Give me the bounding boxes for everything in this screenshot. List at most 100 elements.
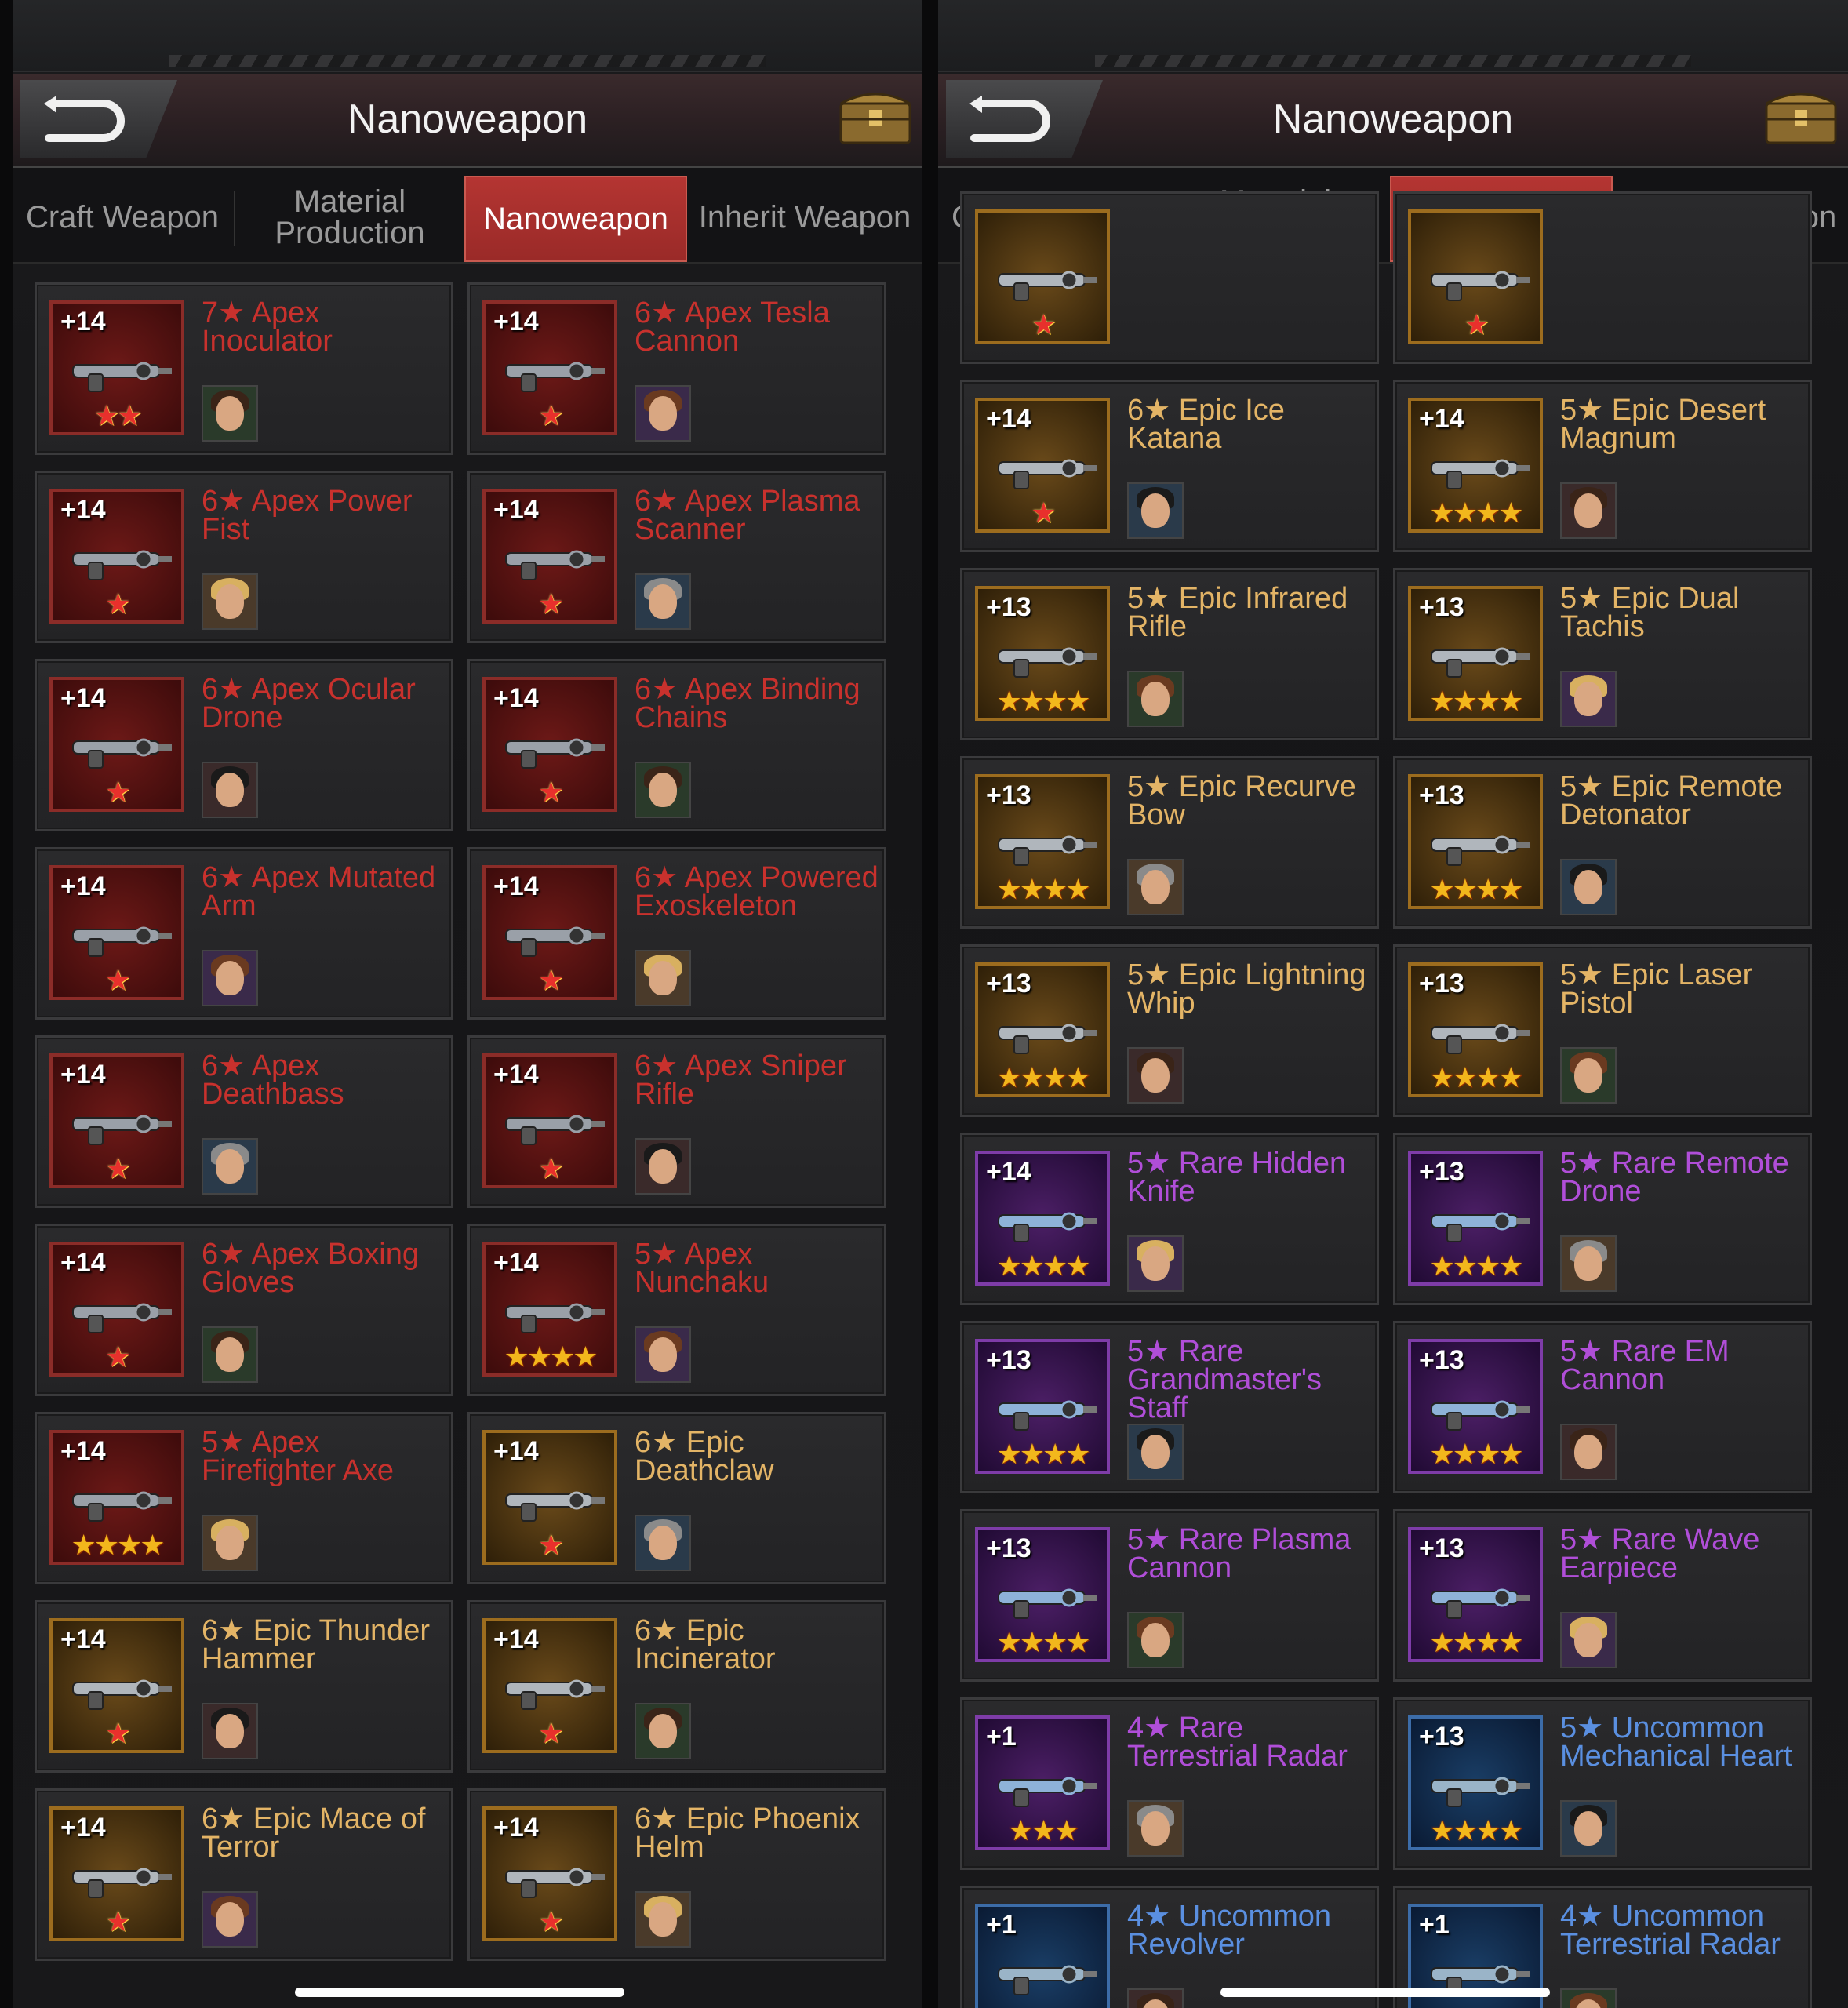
weapon-card[interactable]: +14 ★ 6★ Apex Deathbass <box>35 1035 453 1208</box>
weapon-card[interactable]: +14 ★ 6★ Epic Phoenix Helm <box>467 1788 886 1961</box>
hero-avatar[interactable] <box>1127 1612 1184 1668</box>
weapon-card[interactable]: +13 ★★★★ 5★ Epic Remote Detonator <box>1393 756 1812 929</box>
hero-avatar[interactable] <box>635 1138 691 1195</box>
weapon-frame[interactable]: +1 ★★★ <box>975 1715 1110 1850</box>
weapon-frame[interactable]: +13 ★★★★ <box>975 1527 1110 1662</box>
weapon-card[interactable]: +13 ★★★★ 5★ Rare Plasma Cannon <box>960 1509 1379 1682</box>
weapon-frame[interactable]: +14 ★ <box>49 677 184 812</box>
weapon-card[interactable]: +13 ★★★★ 5★ Rare Remote Drone <box>1393 1133 1812 1305</box>
weapon-frame[interactable]: +13 ★★★★ <box>1408 962 1543 1097</box>
weapon-frame[interactable]: +14 ★★ <box>49 300 184 435</box>
weapon-card[interactable]: +14 ★★★★ 5★ Rare Hidden Knife <box>960 1133 1379 1305</box>
weapon-frame[interactable]: +14 ★ <box>482 300 617 435</box>
hero-avatar[interactable] <box>1127 859 1184 915</box>
tab-inherit-weapon[interactable]: Inherit Weapon <box>695 176 915 259</box>
hero-avatar[interactable] <box>1560 1612 1617 1668</box>
hero-avatar[interactable] <box>1560 482 1617 539</box>
weapon-card[interactable]: +14 ★ 6★ Epic Thunder Hammer <box>35 1600 453 1773</box>
weapon-card[interactable]: +14 ★★ 7★ Apex Inoculator <box>35 282 453 455</box>
weapon-frame[interactable]: +14 ★★★★ <box>1408 398 1543 533</box>
weapon-card[interactable]: +13 ★★★★ 5★ Uncommon Mechanical Heart <box>1393 1697 1812 1870</box>
weapon-card[interactable]: +14 ★ 6★ Epic Ice Katana <box>960 380 1379 552</box>
weapon-card[interactable]: +14 ★ 6★ Epic Mace of Terror <box>35 1788 453 1961</box>
weapon-card[interactable]: +14 ★ 6★ Apex Binding Chains <box>467 659 886 831</box>
hero-avatar[interactable] <box>1127 1988 1184 2008</box>
hero-avatar[interactable] <box>635 1515 691 1571</box>
hero-avatar[interactable] <box>635 950 691 1006</box>
weapon-frame[interactable]: +14 ★ <box>482 1618 617 1753</box>
weapon-frame[interactable]: +14 ★ <box>49 1618 184 1753</box>
hero-avatar[interactable] <box>202 1515 258 1571</box>
weapon-frame[interactable]: +14 ★ <box>482 489 617 624</box>
hero-avatar[interactable] <box>1560 1424 1617 1480</box>
weapon-card[interactable]: +14 ★ 6★ Apex Ocular Drone <box>35 659 453 831</box>
hero-avatar[interactable] <box>1127 671 1184 727</box>
weapon-frame[interactable]: +14 ★ <box>49 1806 184 1941</box>
hero-avatar[interactable] <box>635 1703 691 1759</box>
weapon-frame[interactable]: +14 ★★★★ <box>975 1151 1110 1286</box>
hero-avatar[interactable] <box>1560 1235 1617 1292</box>
weapon-card[interactable]: +13 ★★★★ 5★ Epic Infrared Rifle <box>960 568 1379 740</box>
hero-avatar[interactable] <box>202 1138 258 1195</box>
weapon-card[interactable]: +14 ★ 6★ Apex Power Fist <box>35 471 453 643</box>
weapon-frame[interactable]: +14 ★ <box>49 1242 184 1377</box>
weapon-frame[interactable]: +14 ★ <box>975 398 1110 533</box>
weapon-frame[interactable]: +13 ★★★★ <box>975 586 1110 721</box>
weapon-frame[interactable]: +1 <box>975 1904 1110 2008</box>
weapon-card[interactable]: +14 ★ 6★ Apex Sniper Rifle <box>467 1035 886 1208</box>
hero-avatar[interactable] <box>635 1891 691 1948</box>
weapon-card[interactable]: +14 ★ 6★ Apex Tesla Cannon <box>467 282 886 455</box>
weapon-frame[interactable]: +14 ★ <box>482 1430 617 1565</box>
weapon-card[interactable]: +13 ★★★★ 5★ Rare EM Cannon <box>1393 1321 1812 1493</box>
hero-avatar[interactable] <box>202 1703 258 1759</box>
weapon-frame[interactable]: +13 ★★★★ <box>1408 1527 1543 1662</box>
hero-avatar[interactable] <box>202 1326 258 1383</box>
hero-avatar[interactable] <box>1560 859 1617 915</box>
weapon-card[interactable]: +14 ★ 6★ Apex Mutated Arm <box>35 847 453 1020</box>
weapon-frame[interactable]: +13 ★★★★ <box>1408 586 1543 721</box>
weapon-card[interactable]: +14 ★ 6★ Apex Boxing Gloves <box>35 1224 453 1396</box>
tab-nanoweapon[interactable]: Nanoweapon <box>464 176 687 262</box>
hero-avatar[interactable] <box>635 1326 691 1383</box>
hero-avatar[interactable] <box>202 573 258 630</box>
weapon-frame[interactable]: +14 ★ <box>482 1053 617 1188</box>
weapon-frame[interactable]: +13 ★★★★ <box>975 1339 1110 1474</box>
weapon-frame[interactable]: +14 ★ <box>482 677 617 812</box>
hero-avatar[interactable] <box>635 385 691 442</box>
weapon-card[interactable]: +13 ★★★★ 5★ Rare Wave Earpiece <box>1393 1509 1812 1682</box>
weapon-frame[interactable]: +14 ★ <box>482 865 617 1000</box>
hero-avatar[interactable] <box>1560 671 1617 727</box>
weapon-frame[interactable]: +14 ★ <box>49 865 184 1000</box>
hero-avatar[interactable] <box>1560 1800 1617 1857</box>
weapon-card[interactable]: +14 ★★★★ 5★ Epic Desert Magnum <box>1393 380 1812 552</box>
weapon-frame[interactable]: ★ <box>1408 209 1543 344</box>
weapon-frame[interactable]: +14 ★★★★ <box>482 1242 617 1377</box>
hero-avatar[interactable] <box>1560 1047 1617 1104</box>
hero-avatar[interactable] <box>1127 482 1184 539</box>
weapon-card[interactable]: ★ <box>1393 191 1812 364</box>
hero-avatar[interactable] <box>635 573 691 630</box>
chest-icon[interactable] <box>1762 85 1840 147</box>
hero-avatar[interactable] <box>635 762 691 818</box>
hero-avatar[interactable] <box>1127 1424 1184 1480</box>
weapon-card[interactable]: +14 ★★★★ 5★ Apex Firefighter Axe <box>35 1412 453 1584</box>
tab-craft-weapon[interactable]: Craft Weapon <box>13 176 232 259</box>
weapon-card[interactable]: +14 ★ 6★ Apex Plasma Scanner <box>467 471 886 643</box>
weapon-frame[interactable]: +14 ★ <box>49 1053 184 1188</box>
hero-avatar[interactable] <box>202 1891 258 1948</box>
weapon-frame[interactable]: +13 ★★★★ <box>1408 774 1543 909</box>
hero-avatar[interactable] <box>1127 1047 1184 1104</box>
weapon-card[interactable]: +14 ★ 6★ Epic Deathclaw <box>467 1412 886 1584</box>
weapon-card[interactable]: +1 ★★★ 4★ Rare Terrestrial Radar <box>960 1697 1379 1870</box>
weapon-frame[interactable]: +13 ★★★★ <box>975 774 1110 909</box>
weapon-card[interactable]: +13 ★★★★ 5★ Epic Recurve Bow <box>960 756 1379 929</box>
hero-avatar[interactable] <box>202 950 258 1006</box>
weapon-card[interactable]: ★ <box>960 191 1379 364</box>
weapon-frame[interactable]: +13 ★★★★ <box>975 962 1110 1097</box>
hero-avatar[interactable] <box>1560 1988 1617 2008</box>
chest-icon[interactable] <box>836 85 915 147</box>
weapon-frame[interactable]: +13 ★★★★ <box>1408 1715 1543 1850</box>
hero-avatar[interactable] <box>202 385 258 442</box>
hero-avatar[interactable] <box>1127 1235 1184 1292</box>
weapon-frame[interactable]: ★ <box>975 209 1110 344</box>
